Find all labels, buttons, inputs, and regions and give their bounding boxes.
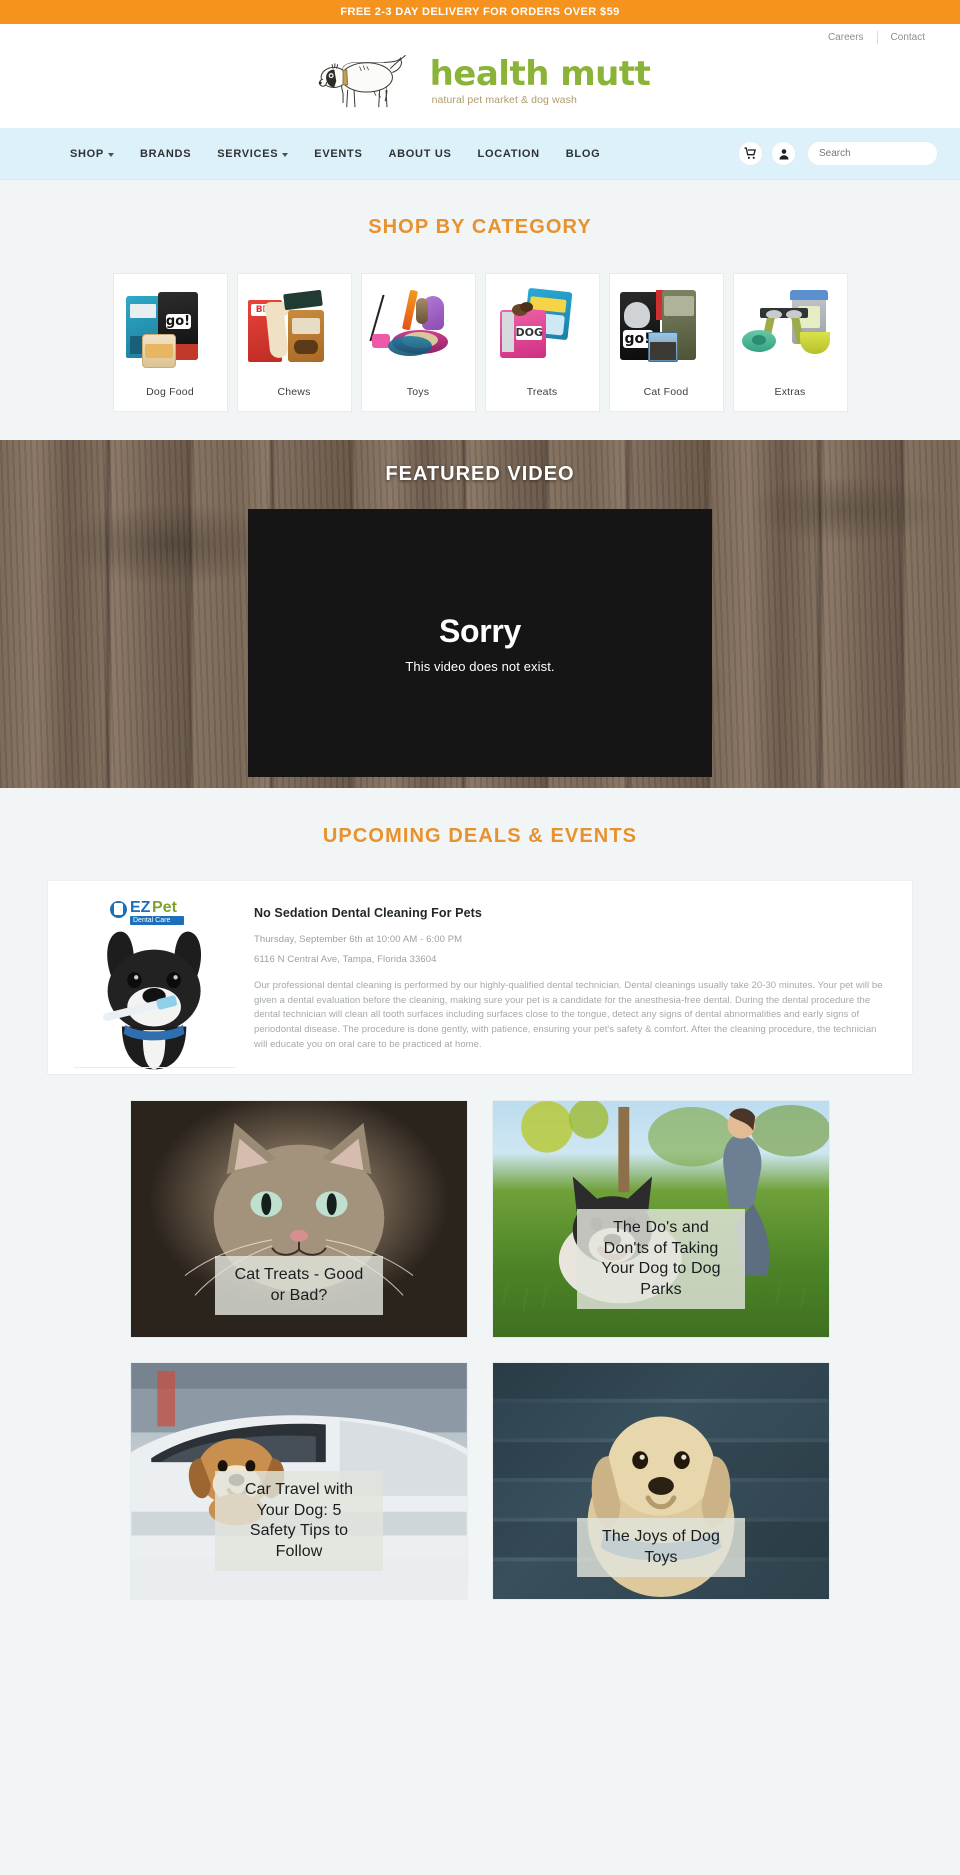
- category-image-cat-food: go!: [610, 274, 723, 386]
- category-card-treats[interactable]: DOG Treats: [484, 273, 600, 412]
- announcement-text: FREE 2-3 DAY DELIVERY FOR ORDERS OVER $5…: [340, 6, 620, 18]
- nav-actions: [738, 141, 951, 166]
- blog-card-dog-parks[interactable]: The Do's and Don'ts of Taking Your Dog t…: [492, 1100, 830, 1338]
- category-card-cat-food[interactable]: go! Cat Food: [608, 273, 724, 412]
- nav-links: SHOP BRANDS SERVICES EVENTS ABOUT US LOC…: [57, 148, 613, 160]
- category-label: Toys: [406, 386, 430, 398]
- blog-title: The Do's and Don'ts of Taking Your Dog t…: [577, 1209, 745, 1309]
- announcement-bar: FREE 2-3 DAY DELIVERY FOR ORDERS OVER $5…: [0, 0, 960, 24]
- chevron-down-icon: [107, 152, 114, 157]
- video-player[interactable]: Sorry This video does not exist.: [248, 509, 712, 777]
- nav-item-events[interactable]: EVENTS: [301, 148, 375, 160]
- upcoming-events-section: UPCOMING DEALS & EVENTS EZ Pet Dental Ca…: [0, 788, 960, 1075]
- chevron-down-icon: [282, 152, 289, 157]
- category-card-extras[interactable]: Extras: [732, 273, 848, 412]
- site-logo[interactable]: health mutt natural pet market & dog was…: [0, 50, 960, 114]
- nav-label: LOCATION: [477, 147, 540, 160]
- category-grid: go! Dog Food BIG Chews: [0, 273, 960, 412]
- event-description: Our professional dental cleaning is perf…: [254, 980, 883, 1050]
- blog-card-car-travel[interactable]: Car Travel with Your Dog: 5 Safety Tips …: [130, 1362, 468, 1600]
- nav-label: EVENTS: [314, 147, 363, 160]
- site-header: Careers Contact health mutt natural pet …: [0, 24, 960, 128]
- blog-post-grid: Cat Treats - Good or Bad? The Do's and D…: [130, 1100, 830, 1600]
- dog-photo-icon: [103, 931, 202, 1070]
- featured-video-heading: FEATURED VIDEO: [385, 463, 575, 485]
- category-heading: SHOP BY CATEGORY: [368, 216, 592, 238]
- video-error-title: Sorry: [438, 612, 522, 649]
- category-label: Cat Food: [643, 386, 689, 398]
- category-card-dog-food[interactable]: go! Dog Food: [112, 273, 228, 412]
- account-button[interactable]: [771, 141, 796, 166]
- category-card-chews[interactable]: BIG Chews: [236, 273, 352, 412]
- blog-card-dog-toys[interactable]: The Joys of Dog Toys: [492, 1362, 830, 1600]
- user-account-icon: [779, 148, 788, 159]
- category-image-treats: DOG: [486, 274, 599, 386]
- blog-title: Cat Treats - Good or Bad?: [215, 1256, 383, 1315]
- featured-video-section: FEATURED VIDEO Sorry This video does not…: [0, 440, 960, 788]
- nav-label: BLOG: [565, 147, 601, 160]
- event-details: No Sedation Dental Cleaning For Pets Thu…: [244, 899, 892, 1064]
- shop-by-category-section: SHOP BY CATEGORY go! Dog Food BIG: [0, 180, 960, 440]
- category-card-toys[interactable]: Toys: [360, 273, 476, 412]
- nav-label: SERVICES: [217, 147, 279, 160]
- event-address: 6116 N Central Ave, Tampa, Florida 33604: [254, 954, 437, 965]
- nav-item-shop[interactable]: SHOP: [57, 148, 127, 160]
- cart-button[interactable]: [738, 141, 763, 166]
- category-label: Treats: [526, 386, 558, 398]
- event-card[interactable]: EZ Pet Dental Care No Sedation Dental Cl…: [47, 880, 913, 1075]
- category-image-toys: [362, 274, 475, 386]
- event-thumbnail: EZ Pet Dental Care: [56, 899, 244, 1070]
- event-datetime: Thursday, September 6th at 10:00 AM - 6:…: [254, 934, 463, 945]
- search-box[interactable]: [807, 141, 951, 166]
- nav-label: SHOP: [70, 147, 104, 160]
- nav-item-about-us[interactable]: ABOUT US: [376, 148, 465, 160]
- nav-item-location[interactable]: LOCATION: [465, 148, 553, 160]
- blog-title: Car Travel with Your Dog: 5 Safety Tips …: [215, 1471, 383, 1571]
- events-heading: UPCOMING DEALS & EVENTS: [322, 825, 638, 847]
- careers-link[interactable]: Careers: [815, 32, 877, 43]
- blog-title: The Joys of Dog Toys: [577, 1518, 745, 1577]
- brand-tagline: natural pet market & dog wash: [431, 93, 577, 106]
- logo-wordmark: health mutt natural pet market & dog was…: [429, 54, 651, 106]
- category-label: Dog Food: [146, 386, 194, 398]
- nav-label: ABOUT US: [388, 147, 452, 160]
- video-error-message: This video does not exist.: [405, 658, 555, 674]
- nav-label: BRANDS: [139, 147, 192, 160]
- main-navigation: SHOP BRANDS SERVICES EVENTS ABOUT US LOC…: [0, 128, 960, 180]
- category-image-chews: BIG: [238, 274, 351, 386]
- category-label: Extras: [774, 386, 806, 398]
- shopping-cart-icon: [744, 147, 757, 159]
- category-label: Chews: [277, 386, 311, 398]
- dog-illustration-icon: [318, 54, 406, 108]
- blog-card-cat-treats[interactable]: Cat Treats - Good or Bad?: [130, 1100, 468, 1338]
- category-image-extras: [734, 274, 847, 386]
- brand-name: health mutt: [429, 54, 651, 95]
- event-title: No Sedation Dental Cleaning For Pets: [254, 906, 482, 920]
- search-input[interactable]: [819, 148, 951, 159]
- utility-links: Careers Contact: [815, 31, 938, 44]
- contact-link[interactable]: Contact: [878, 32, 938, 43]
- nav-item-blog[interactable]: BLOG: [553, 148, 614, 160]
- nav-item-services[interactable]: SERVICES: [204, 148, 301, 160]
- nav-item-brands[interactable]: BRANDS: [127, 148, 204, 160]
- category-image-dog-food: go!: [114, 274, 227, 386]
